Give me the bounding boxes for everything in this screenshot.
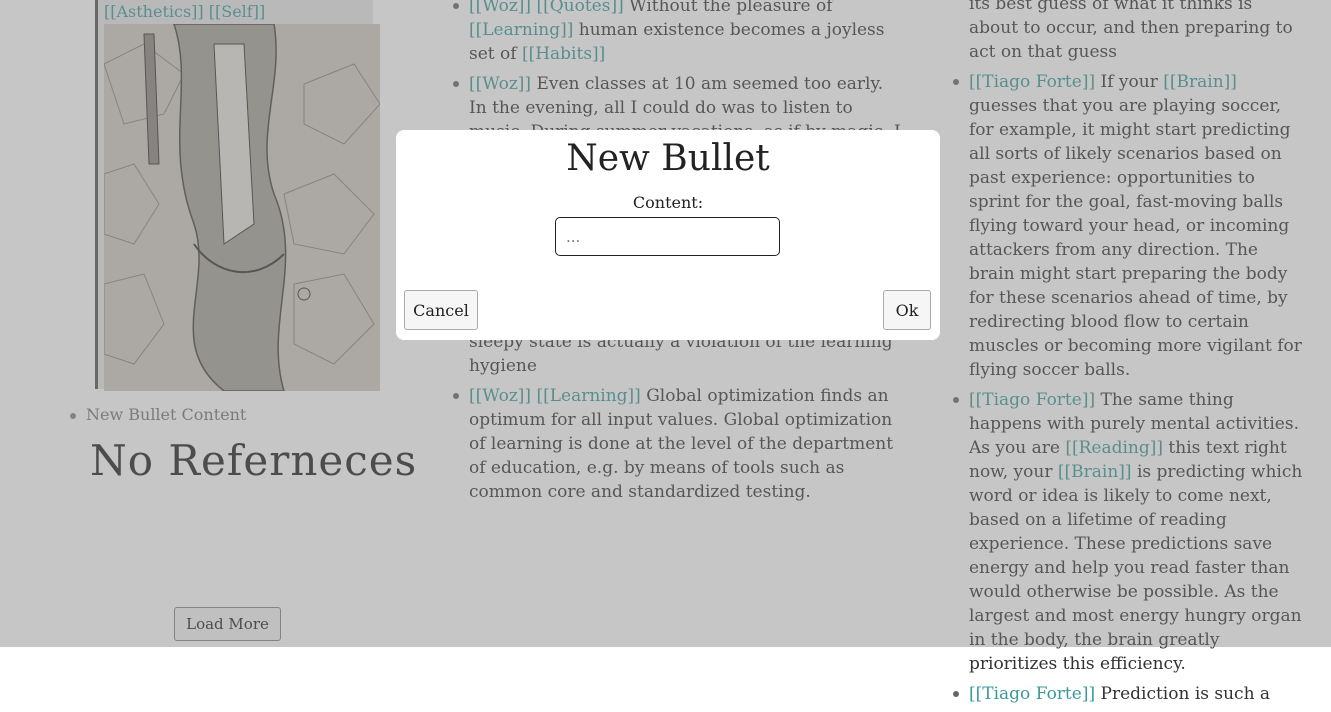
dialog-title: New Bullet — [566, 138, 770, 179]
content-input[interactable] — [555, 217, 780, 256]
content-label: Content: — [632, 193, 704, 212]
bullet-text: Prediction is such a — [1100, 684, 1271, 704]
tag-link[interactable]: [[Tiago Forte]] — [969, 684, 1095, 704]
ok-button[interactable]: Ok — [883, 290, 931, 330]
cancel-button[interactable]: Cancel — [404, 290, 478, 330]
new-bullet-dialog: New Bullet Content: Cancel Ok — [396, 130, 940, 340]
bullet-item[interactable]: [[Tiago Forte]] Prediction is such a — [953, 682, 1305, 706]
